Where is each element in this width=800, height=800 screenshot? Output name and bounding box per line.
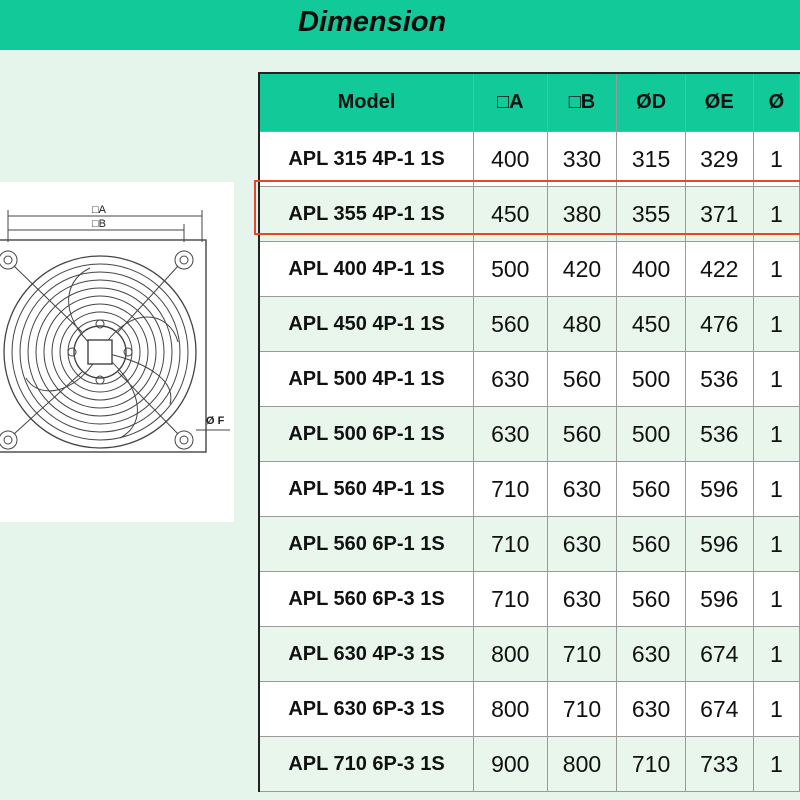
cell-e: 596 — [684, 571, 754, 627]
cell-e: 596 — [684, 461, 754, 517]
cell-a: 800 — [473, 626, 548, 682]
cell-f: 1 — [752, 516, 800, 572]
cell-e: 596 — [684, 516, 754, 572]
column-header-b: □B — [546, 72, 618, 132]
column-header-f: Ø — [752, 72, 800, 132]
cell-f: 1 — [752, 626, 800, 682]
table-row: APL 560 6P-3 1S 710 630 560 596 1 — [258, 571, 800, 627]
cell-b: 330 — [546, 131, 618, 187]
cell-model: APL 355 4P-1 1S — [258, 186, 475, 242]
column-header-model: Model — [258, 72, 475, 132]
cell-d: 560 — [616, 571, 686, 627]
column-header-a: □A — [473, 72, 548, 132]
cell-d: 450 — [616, 296, 686, 352]
dimension-table: Model □A □B ØD ØE Ø APL 315 4P-1 1S 400 … — [258, 72, 800, 792]
cell-a: 710 — [473, 516, 548, 572]
column-header-e: ØE — [684, 72, 754, 132]
cell-f: 1 — [752, 681, 800, 737]
cell-d: 710 — [616, 736, 686, 792]
cell-d: 400 — [616, 241, 686, 297]
cell-b: 800 — [546, 736, 618, 792]
cell-f: 1 — [752, 571, 800, 627]
cell-b: 420 — [546, 241, 618, 297]
cell-model: APL 630 6P-3 1S — [258, 681, 475, 737]
cell-b: 380 — [546, 186, 618, 242]
table-row: APL 710 6P-3 1S 900 800 710 733 1 — [258, 736, 800, 792]
cell-e: 733 — [684, 736, 754, 792]
table-row: APL 630 4P-3 1S 800 710 630 674 1 — [258, 626, 800, 682]
table-row: APL 560 4P-1 1S 710 630 560 596 1 — [258, 461, 800, 517]
cell-d: 560 — [616, 461, 686, 517]
cell-model: APL 560 6P-3 1S — [258, 571, 475, 627]
cell-b: 630 — [546, 461, 618, 517]
cell-d: 630 — [616, 681, 686, 737]
cell-a: 630 — [473, 351, 548, 407]
dim-label-a: □A — [92, 204, 107, 216]
table-row: APL 560 6P-1 1S 710 630 560 596 1 — [258, 516, 800, 572]
cell-a: 900 — [473, 736, 548, 792]
cell-e: 674 — [684, 626, 754, 682]
cell-a: 500 — [473, 241, 548, 297]
cell-d: 500 — [616, 406, 686, 462]
cell-a: 710 — [473, 571, 548, 627]
cell-a: 710 — [473, 461, 548, 517]
cell-d: 500 — [616, 351, 686, 407]
cell-model: APL 500 6P-1 1S — [258, 406, 475, 462]
dim-label-b: □B — [92, 218, 106, 230]
cell-model: APL 630 4P-3 1S — [258, 626, 475, 682]
cell-e: 536 — [684, 351, 754, 407]
cell-d: 630 — [616, 626, 686, 682]
cell-model: APL 400 4P-1 1S — [258, 241, 475, 297]
cell-b: 630 — [546, 516, 618, 572]
title-bar: Dimension — [0, 0, 800, 50]
fan-dimension-drawing: □A □B Ø F — [0, 204, 230, 453]
cell-a: 560 — [473, 296, 548, 352]
cell-d: 315 — [616, 131, 686, 187]
cell-d: 560 — [616, 516, 686, 572]
cell-f: 1 — [752, 351, 800, 407]
cell-b: 630 — [546, 571, 618, 627]
cell-b: 560 — [546, 406, 618, 462]
cell-b: 710 — [546, 626, 618, 682]
cell-e: 476 — [684, 296, 754, 352]
cell-model: APL 315 4P-1 1S — [258, 131, 475, 187]
cell-model: APL 710 6P-3 1S — [258, 736, 475, 792]
cell-f: 1 — [752, 241, 800, 297]
fan-drawing-panel: □A □B Ø F — [0, 182, 234, 522]
column-header-d: ØD — [616, 72, 686, 132]
cell-model: APL 500 4P-1 1S — [258, 351, 475, 407]
page-title: Dimension — [298, 6, 447, 38]
cell-e: 371 — [684, 186, 754, 242]
cell-b: 480 — [546, 296, 618, 352]
cell-model: APL 450 4P-1 1S — [258, 296, 475, 352]
cell-e: 536 — [684, 406, 754, 462]
cell-a: 800 — [473, 681, 548, 737]
cell-a: 450 — [473, 186, 548, 242]
dim-label-f: Ø F — [206, 415, 225, 427]
table-header-row: Model □A □B ØD ØE Ø — [258, 72, 800, 132]
cell-model: APL 560 6P-1 1S — [258, 516, 475, 572]
table-row: APL 450 4P-1 1S 560 480 450 476 1 — [258, 296, 800, 352]
cell-f: 1 — [752, 406, 800, 462]
cell-e: 674 — [684, 681, 754, 737]
table-row: APL 400 4P-1 1S 500 420 400 422 1 — [258, 241, 800, 297]
cell-f: 1 — [752, 186, 800, 242]
cell-b: 710 — [546, 681, 618, 737]
cell-a: 400 — [473, 131, 548, 187]
cell-f: 1 — [752, 131, 800, 187]
cell-model: APL 560 4P-1 1S — [258, 461, 475, 517]
table-row: APL 500 6P-1 1S 630 560 500 536 1 — [258, 406, 800, 462]
cell-d: 355 — [616, 186, 686, 242]
cell-e: 329 — [684, 131, 754, 187]
cell-f: 1 — [752, 296, 800, 352]
cell-f: 1 — [752, 736, 800, 792]
table-row: APL 630 6P-3 1S 800 710 630 674 1 — [258, 681, 800, 737]
table-row: APL 315 4P-1 1S 400 330 315 329 1 — [258, 131, 800, 187]
table-row-highlighted: APL 355 4P-1 1S 450 380 355 371 1 — [258, 186, 800, 242]
cell-b: 560 — [546, 351, 618, 407]
cell-e: 422 — [684, 241, 754, 297]
cell-a: 630 — [473, 406, 548, 462]
cell-f: 1 — [752, 461, 800, 517]
table-row: APL 500 4P-1 1S 630 560 500 536 1 — [258, 351, 800, 407]
